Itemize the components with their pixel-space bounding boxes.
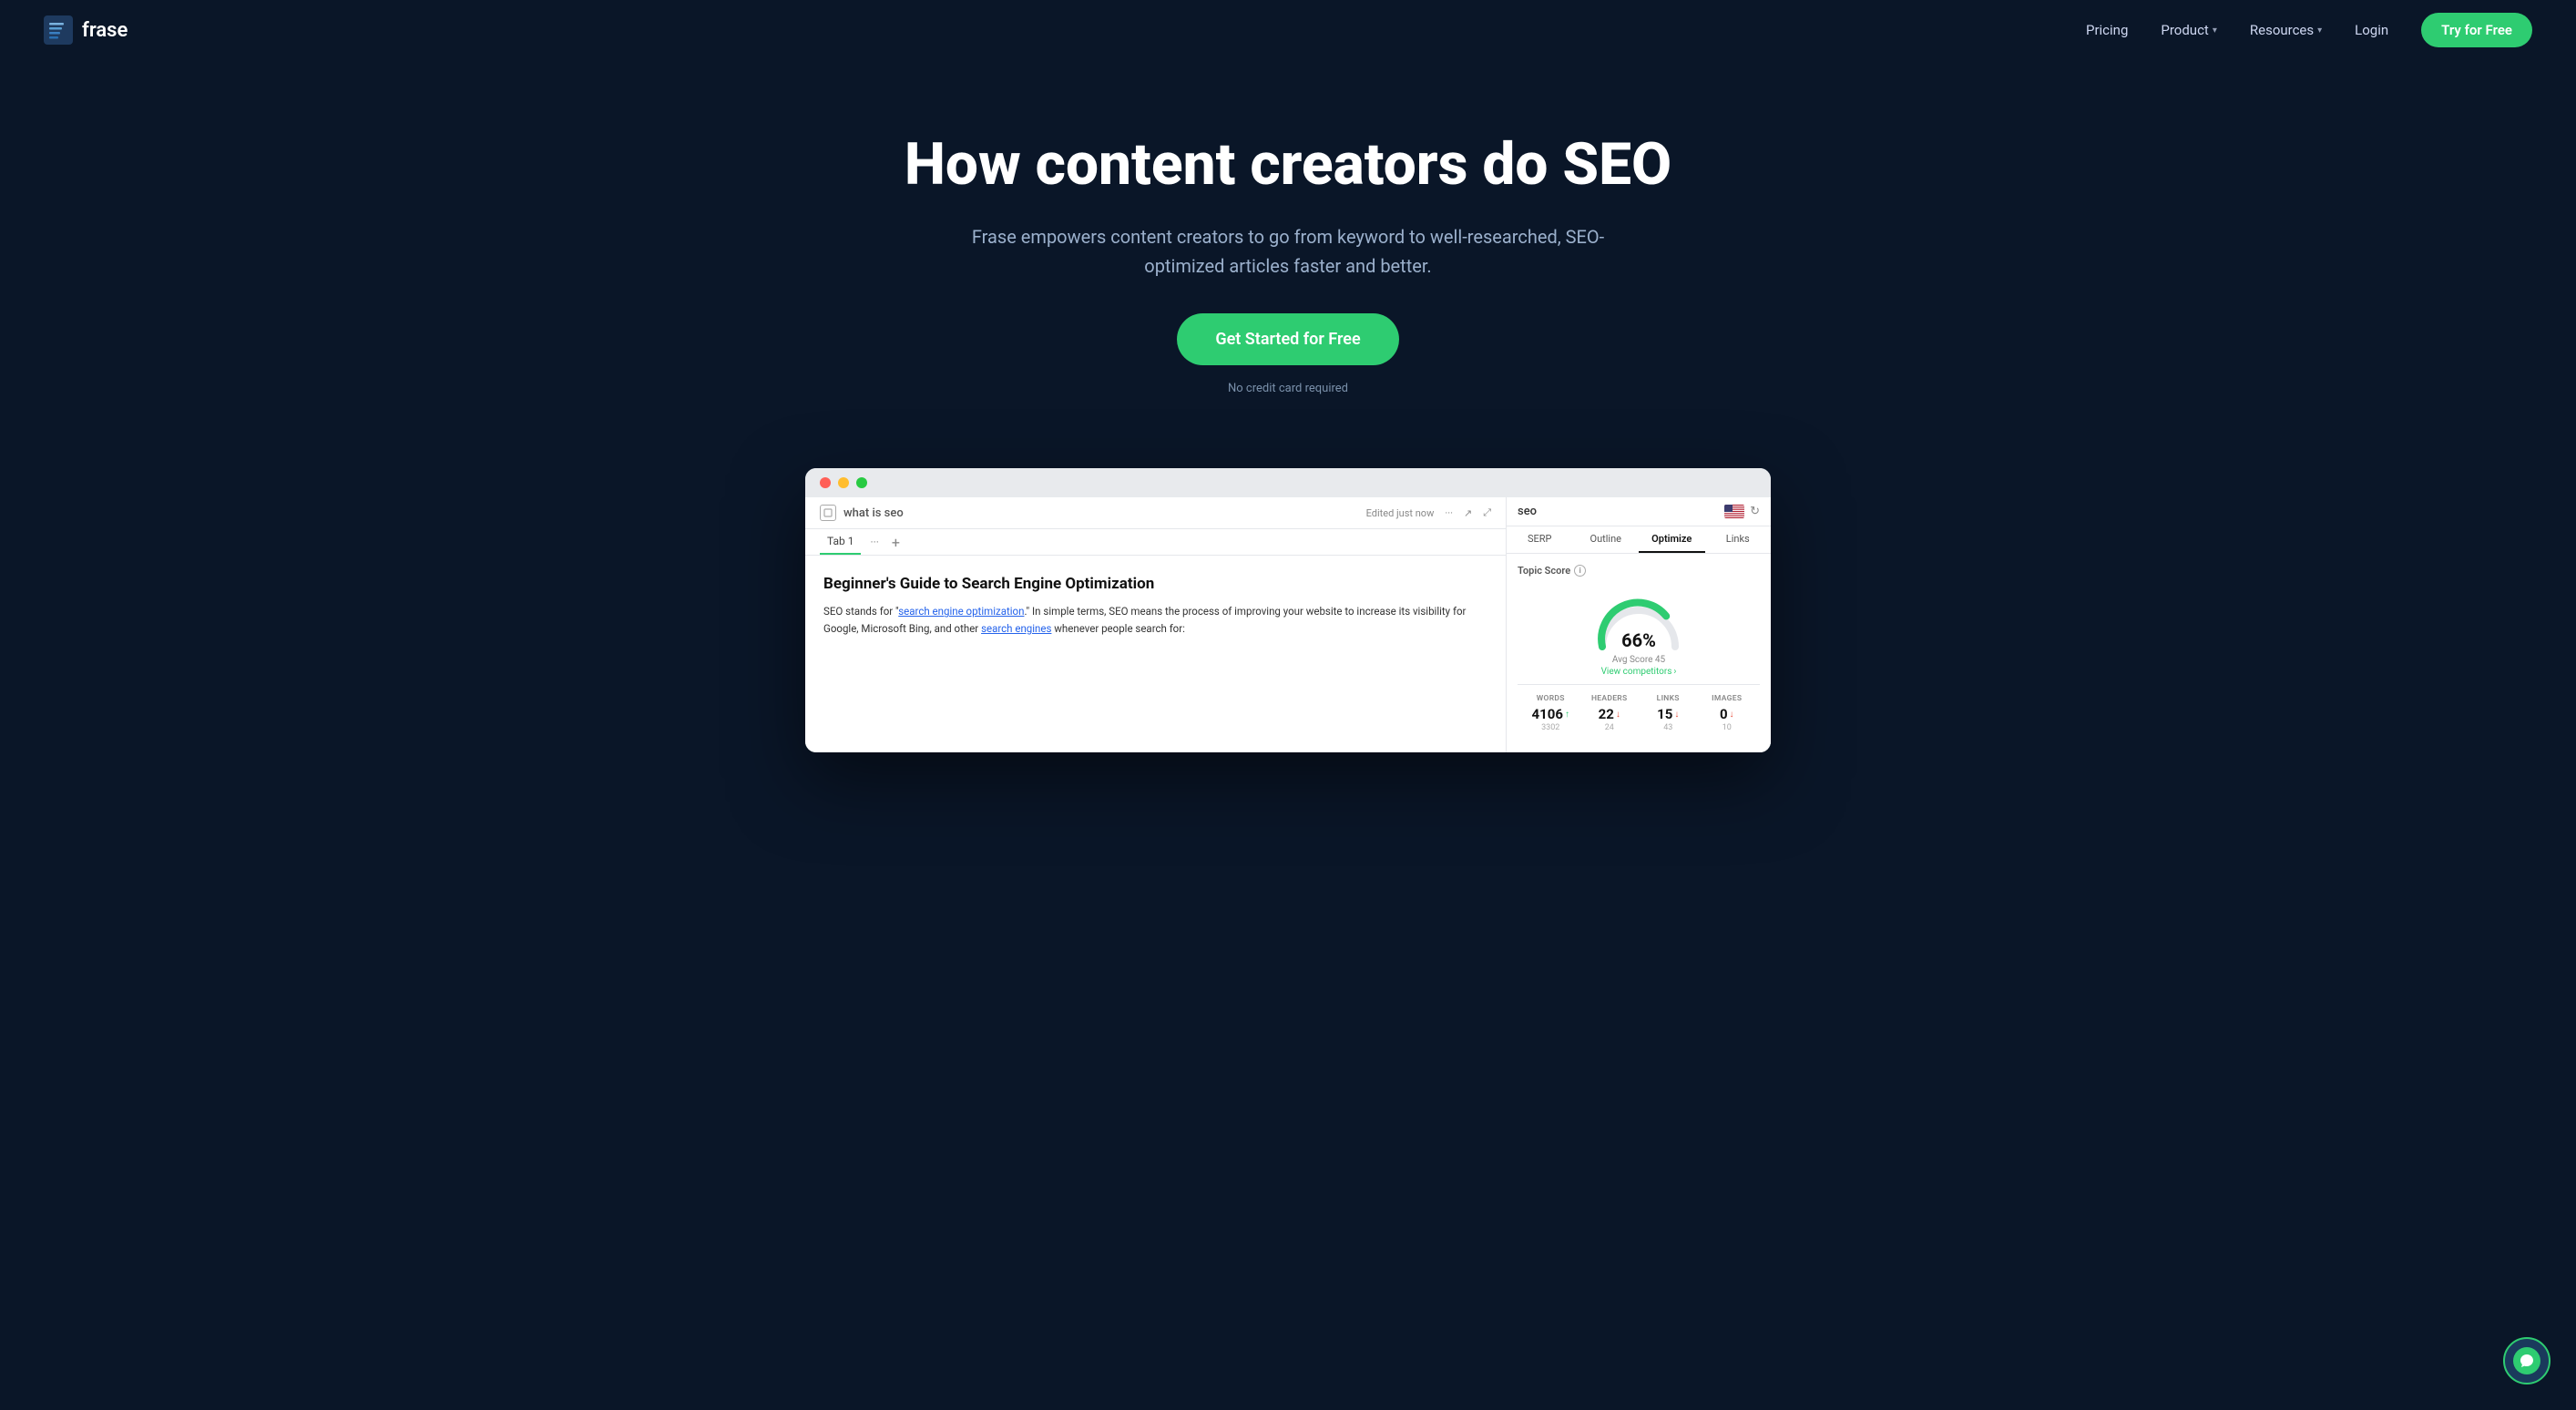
nav-resources[interactable]: Resources ▾ xyxy=(2250,22,2322,38)
seo-tabs: SERP Outline Optimize Links xyxy=(1507,526,1771,554)
nav-pricing[interactable]: Pricing xyxy=(2086,22,2128,38)
chevron-right-icon: › xyxy=(1673,667,1676,677)
editor-content: Beginner's Guide to Search Engine Optimi… xyxy=(805,556,1506,655)
editor-tabs: Tab 1 ··· + xyxy=(805,529,1506,556)
tab-1[interactable]: Tab 1 xyxy=(820,529,861,555)
navbar: frase Pricing Product ▾ Resources ▾ Logi… xyxy=(0,0,2576,60)
chevron-down-icon: ▾ xyxy=(2317,26,2322,36)
editor-actions: Edited just now ··· ↗ ⤢ xyxy=(1366,506,1491,519)
mockup-titlebar xyxy=(805,468,1771,497)
nav-login[interactable]: Login xyxy=(2355,22,2388,38)
avg-score: Avg Score 45 xyxy=(1612,655,1665,665)
gauge-percent: 66% xyxy=(1621,629,1656,651)
stats-row: WORDS 4106 ↑ 3302 HEADERS 22 ↓ xyxy=(1518,684,1760,732)
arrow-down-icon: ↓ xyxy=(1730,710,1734,720)
share-icon[interactable]: ↗ xyxy=(1464,507,1472,519)
more-options-icon[interactable]: ··· xyxy=(1445,507,1453,519)
hero-subtitle: Frase empowers content creators to go fr… xyxy=(969,222,1607,281)
chat-widget[interactable] xyxy=(2503,1337,2550,1384)
arrow-up-icon: ↑ xyxy=(1565,710,1569,720)
seo-panel: seo xyxy=(1507,497,1771,752)
article-body: SEO stands for "search engine optimizati… xyxy=(823,603,1487,637)
seo-query: seo xyxy=(1518,505,1537,518)
chat-icon xyxy=(2513,1347,2540,1374)
hero-sub-label: No credit card required xyxy=(896,382,1680,395)
window-close-dot xyxy=(820,477,831,488)
hero-cta-button[interactable]: Get Started for Free xyxy=(1177,313,1398,365)
app-mockup-wrapper: what is seo Edited just now ··· ↗ ⤢ Tab … xyxy=(0,450,2576,752)
article-heading: Beginner's Guide to Search Engine Optimi… xyxy=(823,574,1487,594)
app-mockup: what is seo Edited just now ··· ↗ ⤢ Tab … xyxy=(805,468,1771,752)
window-minimize-dot xyxy=(838,477,849,488)
tab-outline[interactable]: Outline xyxy=(1573,526,1640,553)
window-expand-dot xyxy=(856,477,867,488)
editor-topbar: what is seo Edited just now ··· ↗ ⤢ xyxy=(805,497,1506,529)
hero-title: How content creators do SEO xyxy=(896,133,1680,197)
nav-product[interactable]: Product ▾ xyxy=(2161,22,2216,38)
editor-doc-title: what is seo xyxy=(843,506,904,520)
tab-optimize[interactable]: Optimize xyxy=(1639,526,1705,553)
refresh-icon[interactable]: ↻ xyxy=(1750,505,1760,518)
edited-status: Edited just now xyxy=(1366,507,1435,519)
tab-more-icon[interactable]: ··· xyxy=(866,530,882,554)
expand-icon[interactable]: ⤢ xyxy=(1483,506,1491,519)
tab-links[interactable]: Links xyxy=(1705,526,1772,553)
info-icon: i xyxy=(1574,565,1586,577)
arrow-down-icon: ↓ xyxy=(1674,710,1679,720)
mockup-body: what is seo Edited just now ··· ↗ ⤢ Tab … xyxy=(805,497,1771,752)
tab-add-icon[interactable]: + xyxy=(888,530,904,555)
seo-content: Topic Score i 66% Avg Score 45 xyxy=(1507,554,1771,743)
article-link-1[interactable]: search engine optimization xyxy=(898,605,1024,618)
article-link-2[interactable]: search engines xyxy=(981,622,1051,635)
gauge-chart: 66% xyxy=(1589,588,1689,651)
nav-try-free-button[interactable]: Try for Free xyxy=(2421,13,2532,47)
logo[interactable]: frase xyxy=(44,15,128,45)
stat-headers: HEADERS 22 ↓ 24 xyxy=(1580,694,1640,732)
seo-topbar-icons: ↻ xyxy=(1724,505,1760,518)
nav-links: Pricing Product ▾ Resources ▾ Login Try … xyxy=(2086,13,2532,47)
hero-section: How content creators do SEO Frase empowe… xyxy=(0,60,2576,450)
stat-links: LINKS 15 ↓ 43 xyxy=(1639,694,1698,732)
stat-images: IMAGES 0 ↓ 10 xyxy=(1698,694,1757,732)
tab-serp[interactable]: SERP xyxy=(1507,526,1573,553)
arrow-down-icon: ↓ xyxy=(1616,710,1620,720)
topic-score-label: Topic Score i xyxy=(1518,565,1586,577)
stat-words: WORDS 4106 ↑ 3302 xyxy=(1521,694,1580,732)
logo-text: frase xyxy=(82,19,128,42)
view-competitors-link[interactable]: View competitors › xyxy=(1601,667,1677,677)
seo-topbar: seo xyxy=(1507,497,1771,526)
chevron-down-icon: ▾ xyxy=(2213,26,2217,36)
flag-icon xyxy=(1724,505,1744,518)
document-icon xyxy=(820,505,836,521)
editor-panel: what is seo Edited just now ··· ↗ ⤢ Tab … xyxy=(805,497,1507,752)
editor-title-area: what is seo xyxy=(820,505,904,521)
